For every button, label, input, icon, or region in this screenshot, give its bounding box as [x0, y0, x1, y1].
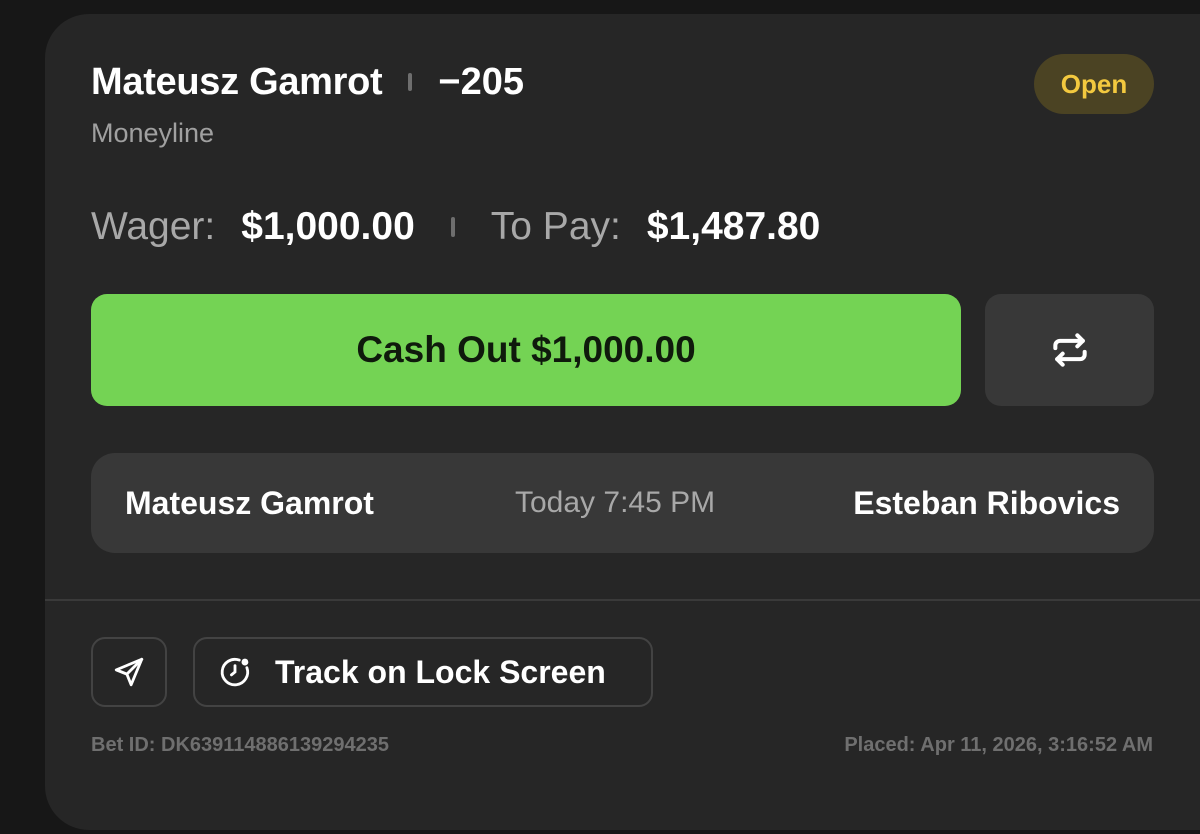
bet-header: Mateusz Gamrot −205: [91, 60, 524, 104]
track-label: Track on Lock Screen: [275, 653, 606, 690]
clock-icon: [217, 654, 253, 690]
status-badge: Open: [1034, 54, 1154, 114]
cash-out-button[interactable]: Cash Out $1,000.00: [91, 294, 961, 406]
fighter-right: Esteban Ribovics: [853, 485, 1120, 521]
placed-timestamp: Placed: Apr 11, 2026, 3:16:52 AM: [844, 734, 1153, 756]
selection-title: Mateusz Gamrot: [91, 60, 383, 103]
market-type: Moneyline: [91, 118, 215, 148]
fighter-left: Mateusz Gamrot: [125, 485, 374, 521]
wager-label: Wager:: [91, 205, 216, 248]
section-divider: [45, 599, 1200, 601]
amounts-row: Wager: $1,000.00 To Pay: $1,487.80: [91, 202, 820, 252]
divider-dot: [450, 217, 455, 237]
share-button[interactable]: [91, 637, 167, 707]
odds-value: −205: [438, 60, 525, 103]
event-time: Today 7:45 PM: [515, 486, 716, 519]
matchup-bar[interactable]: Mateusz Gamrot Today 7:45 PM Esteban Rib…: [91, 453, 1154, 553]
send-icon: [114, 657, 144, 687]
to-pay-label: To Pay:: [490, 205, 621, 248]
track-lock-screen-button[interactable]: Track on Lock Screen: [193, 637, 653, 707]
to-pay-value: $1,487.80: [646, 205, 821, 248]
bet-card: Mateusz Gamrot −205 Moneyline Open Wager…: [45, 14, 1200, 830]
refresh-button[interactable]: [985, 294, 1154, 406]
bet-id: Bet ID: DK639114886139294235: [91, 734, 389, 756]
divider-dot: [408, 73, 413, 91]
wager-value: $1,000.00: [241, 205, 415, 248]
refresh-icon: [1052, 333, 1087, 367]
